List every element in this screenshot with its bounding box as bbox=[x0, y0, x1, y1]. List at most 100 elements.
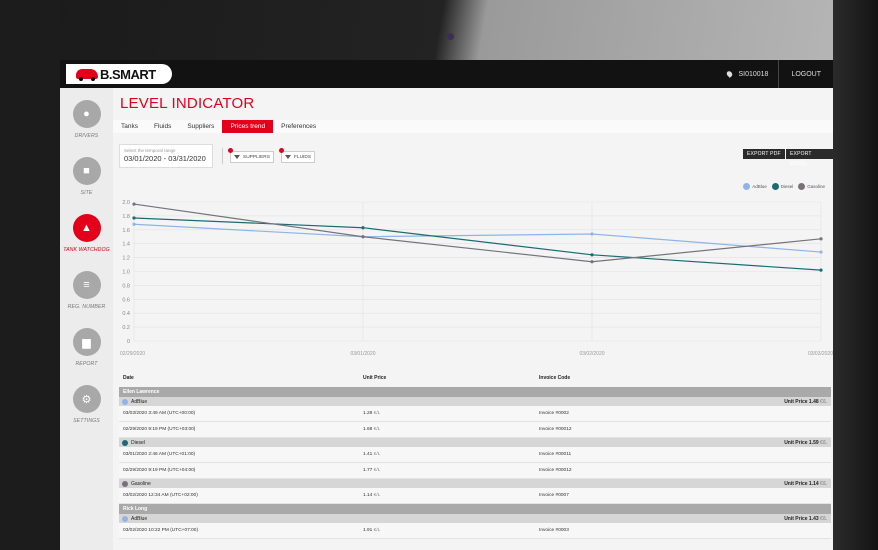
sidebar-item-report[interactable]: ▆ REPORT bbox=[60, 328, 113, 367]
legend-item-adblue[interactable]: AdBlue bbox=[743, 183, 767, 190]
tablet-bezel-right bbox=[833, 0, 878, 550]
gear-icon: ⚙ bbox=[72, 385, 101, 413]
sidebar-item-drivers[interactable]: ● DRIVERS bbox=[60, 100, 113, 139]
fuel-pump-icon: ■ bbox=[72, 157, 101, 185]
table-body: Ellen Lawrence AdBlue Unit Price 1.48 €/L 0… bbox=[119, 387, 831, 539]
filter-active-dot bbox=[279, 148, 284, 153]
fluid-color-dot bbox=[122, 439, 128, 446]
legend-item-diesel[interactable]: Diesel bbox=[771, 183, 793, 190]
bar-chart-icon: ▆ bbox=[72, 328, 101, 356]
group-header-row[interactable]: Rick Long bbox=[119, 504, 831, 514]
y-tick-label: 1.6 bbox=[122, 228, 130, 234]
table-row[interactable]: 03/01/2020 2:46 AM (UTC+01:00) 1.41 €/L In… bbox=[119, 447, 831, 463]
column-header-date: Date bbox=[123, 375, 134, 381]
sidebar: ● DRIVERS ■ SITE ▲ TANK WATCHDOG ≡ REG. NUMBER ▆… bbox=[60, 88, 113, 550]
logo-text: B.SMART bbox=[100, 66, 156, 82]
prices-trend-chart: AdBlue Diesel Gasoline 0 0.2 0.4 0.6 0.8 1.0 1.2… bbox=[113, 180, 833, 362]
driver-icon: ● bbox=[72, 100, 101, 128]
location-pin-icon bbox=[726, 70, 734, 78]
series-line-adblue bbox=[133, 223, 822, 253]
date-range-picker[interactable]: Select the temporal range 03/01/2020 - 0… bbox=[119, 144, 213, 168]
table-row[interactable]: 02/29/2020 9:19 PM (UTC+04:00) 1.77 €/L In… bbox=[119, 463, 831, 479]
tab-tanks[interactable]: Tanks bbox=[113, 120, 146, 133]
prices-table: Date Unit Price Invoice Code Ellen Lawre… bbox=[119, 369, 831, 539]
table-row[interactable]: 03/02/2020 12:34 AM (UTC+02:00) 1.14 €/L I… bbox=[119, 488, 831, 504]
fluid-subheader-row[interactable]: AdBlue Unit Price 1.43 €/L bbox=[119, 514, 831, 523]
cell-date: 03/02/2020 12:34 AM (UTC+02:00) bbox=[123, 493, 198, 498]
cell-date: 02/29/2020 9:19 PM (UTC+03:00) bbox=[123, 427, 196, 432]
legend-label: Gasoline bbox=[807, 184, 825, 189]
cell-date: 03/03/2020 3:49 AM (UTC+00:00) bbox=[123, 411, 196, 416]
app-screen: B.SMART SI010018 LOGOUT ● DRIVERS ■ SITE ▲ TA… bbox=[60, 60, 833, 550]
group-header-row[interactable]: Ellen Lawrence bbox=[119, 387, 831, 397]
fluid-subheader-row[interactable]: Gasoline Unit Price 1.14 €/L bbox=[119, 479, 831, 488]
legend-item-gasoline[interactable]: Gasoline bbox=[798, 183, 825, 190]
fluid-subheader-row[interactable]: Diesel Unit Price 1.59 €/L bbox=[119, 438, 831, 447]
tab-prices-trend[interactable]: Prices trend bbox=[222, 120, 274, 133]
sidebar-item-settings[interactable]: ⚙ SETTINGS bbox=[60, 385, 113, 424]
cell-invoice-code: Invoice #00012 bbox=[539, 468, 572, 473]
sidebar-item-tank-watchdog[interactable]: ▲ TANK WATCHDOG bbox=[60, 214, 113, 253]
table-row[interactable]: 03/03/2020 3:49 AM (UTC+00:00) 1.28 €/L In… bbox=[119, 406, 831, 422]
unit-label: €/L bbox=[820, 439, 827, 446]
fluid-color-dot bbox=[122, 398, 128, 405]
fluid-color-dot bbox=[122, 515, 128, 522]
data-point-diesel bbox=[361, 226, 365, 230]
fluid-name: AdBlue bbox=[131, 515, 148, 522]
tank-watchdog-icon-glyph: ▲ bbox=[81, 222, 92, 234]
fluid-name: Gasoline bbox=[131, 480, 151, 487]
cell-unit-price: 1.91 €/L bbox=[363, 528, 381, 533]
bar-chart-icon-glyph: ▆ bbox=[82, 336, 91, 349]
tab-suppliers[interactable]: Suppliers bbox=[179, 120, 222, 133]
y-tick-label: 1.2 bbox=[122, 256, 130, 262]
camera-icon bbox=[447, 33, 454, 40]
tablet-bezel-top bbox=[0, 0, 878, 60]
y-tick-label: 1.4 bbox=[122, 242, 130, 248]
tab-preferences[interactable]: Preferences bbox=[273, 120, 324, 133]
y-tick-label: 0.2 bbox=[122, 325, 130, 331]
fluids-filter-button[interactable]: FLUIDS bbox=[279, 148, 316, 163]
data-point-gasoline bbox=[132, 202, 136, 206]
cell-unit-price: 1.14 €/L bbox=[363, 493, 381, 498]
data-point-diesel bbox=[590, 253, 594, 257]
unit-label: €/L bbox=[820, 480, 827, 487]
sidebar-item-site[interactable]: ■ SITE bbox=[60, 157, 113, 196]
export-pdf-button[interactable]: EXPORT PDF bbox=[743, 149, 785, 159]
cell-date: 03/01/2020 2:46 AM (UTC+01:00) bbox=[123, 452, 196, 457]
sidebar-item-label: DRIVERS bbox=[74, 133, 99, 139]
data-point-adblue bbox=[819, 250, 823, 254]
sidebar-item-label: REG. NUMBER bbox=[67, 304, 106, 310]
fluid-subheader-row[interactable]: AdBlue Unit Price 1.48 €/L bbox=[119, 397, 831, 406]
fluid-average-price: Unit Price 1.14 €/L bbox=[784, 480, 827, 487]
filter-bar: Select the temporal range 03/01/2020 - 0… bbox=[113, 133, 833, 171]
unit-label: €/L bbox=[373, 452, 381, 457]
legend-label: AdBlue bbox=[752, 184, 767, 189]
export-excel-button[interactable]: EXPORT EXCEL bbox=[786, 149, 833, 167]
data-point-diesel bbox=[819, 268, 823, 272]
cell-invoice-code: Invoice #0002 bbox=[539, 411, 569, 416]
brand-logo[interactable]: B.SMART bbox=[66, 64, 172, 84]
sidebar-item-label: SETTINGS bbox=[73, 418, 100, 424]
suppliers-filter-button[interactable]: SUPPLIERS bbox=[228, 148, 274, 163]
data-point-diesel bbox=[132, 216, 136, 220]
logout-button[interactable]: LOGOUT bbox=[779, 71, 833, 78]
cell-unit-price: 1.68 €/L bbox=[363, 427, 381, 432]
table-header: Date Unit Price Invoice Code bbox=[119, 369, 831, 387]
table-row[interactable]: 02/29/2020 9:19 PM (UTC+03:00) 1.68 €/L In… bbox=[119, 422, 831, 438]
station-selector[interactable]: SI010018 bbox=[717, 60, 780, 88]
column-header-unit-price: Unit Price bbox=[363, 375, 387, 381]
cell-invoice-code: Invoice #00011 bbox=[539, 452, 572, 457]
data-point-gasoline bbox=[819, 237, 823, 241]
car-logo-icon bbox=[76, 69, 98, 81]
unit-label: €/L bbox=[373, 427, 381, 432]
table-row[interactable]: 03/02/2020 10:22 PM (UTC+07:00) 1.91 €/L I… bbox=[119, 523, 831, 539]
y-tick-label: 0.6 bbox=[122, 297, 130, 303]
unit-label: €/L bbox=[373, 493, 381, 498]
tablet-frame: B.SMART SI010018 LOGOUT ● DRIVERS ■ SITE ▲ TA… bbox=[0, 0, 878, 550]
x-tick-label: 03/01/2020 bbox=[350, 351, 375, 357]
station-code: SI010018 bbox=[738, 70, 769, 78]
tab-fluids[interactable]: Fluids bbox=[146, 120, 179, 133]
tab-bar: Tanks Fluids Suppliers Prices trend Preferen… bbox=[113, 120, 833, 133]
sidebar-item-reg-number[interactable]: ≡ REG. NUMBER bbox=[60, 271, 113, 310]
tablet-bezel-left bbox=[0, 0, 60, 550]
